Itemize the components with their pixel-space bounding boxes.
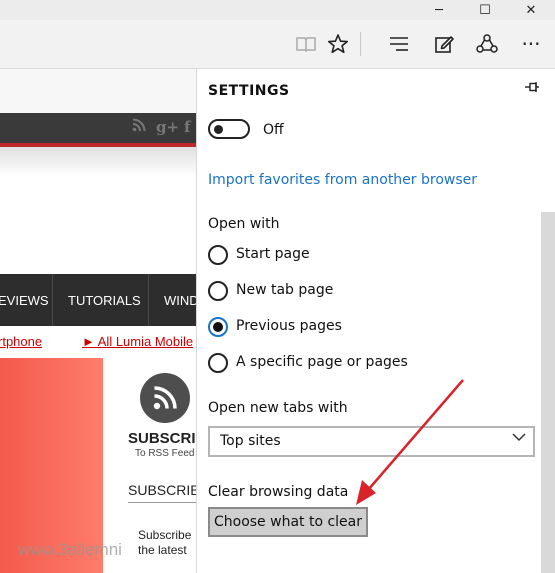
nav-reviews[interactable]: EVIEWS bbox=[0, 274, 49, 326]
subscribe-heading: SUBSCRIB bbox=[128, 430, 207, 447]
page-header-strip bbox=[0, 69, 196, 114]
more-button[interactable]: ··· bbox=[516, 20, 546, 68]
nav-separator bbox=[148, 274, 149, 326]
subscribe-text-line: Subscribe bbox=[138, 528, 192, 542]
maximize-button[interactable]: ☐ bbox=[462, 0, 508, 20]
minimize-button[interactable]: ─ bbox=[416, 0, 462, 20]
scrollbar-thumb[interactable] bbox=[541, 212, 555, 573]
radio-new-tab-page[interactable] bbox=[208, 281, 228, 301]
new-tabs-label: Open new tabs with bbox=[208, 400, 348, 416]
share-icon[interactable] bbox=[473, 20, 501, 68]
radio-label: Start page bbox=[236, 246, 310, 262]
pin-icon[interactable] bbox=[524, 81, 540, 97]
radio-specific-page[interactable] bbox=[208, 353, 228, 373]
chevron-down-icon bbox=[512, 430, 526, 446]
rss-small-icon[interactable] bbox=[132, 118, 146, 136]
rss-caption: To RSS Feed bbox=[135, 448, 195, 459]
book-icon[interactable] bbox=[292, 20, 320, 68]
radio-start-page[interactable] bbox=[208, 245, 228, 265]
toggle-knob bbox=[214, 125, 223, 134]
nav-windows[interactable]: WIND bbox=[164, 274, 199, 326]
nav-separator bbox=[52, 274, 53, 326]
toggle-label: Off bbox=[263, 122, 284, 138]
googleplus-icon[interactable]: g+ bbox=[156, 118, 179, 136]
radio-selected-dot bbox=[213, 322, 223, 332]
import-favorites-link[interactable]: Import favorites from another browser bbox=[208, 172, 477, 188]
radio-label: Previous pages bbox=[236, 318, 342, 334]
section-underline bbox=[128, 502, 196, 503]
new-tabs-value: Top sites bbox=[220, 433, 281, 449]
toolbar-separator bbox=[360, 32, 361, 56]
watermark: www.3allemni bbox=[18, 540, 122, 559]
choose-what-to-clear-button[interactable]: Choose what to clear bbox=[208, 507, 368, 537]
hub-icon[interactable] bbox=[385, 20, 413, 68]
subscribe-section-title: SUBSCRIB bbox=[128, 482, 200, 498]
open-with-label: Open with bbox=[208, 216, 280, 232]
red-link-lumia[interactable]: ► All Lumia Mobile bbox=[82, 334, 193, 349]
facebook-icon[interactable]: f bbox=[184, 118, 190, 136]
radio-label: New tab page bbox=[236, 282, 334, 298]
browser-toolbar bbox=[0, 20, 555, 69]
settings-title: SETTINGS bbox=[208, 83, 290, 99]
clear-browsing-label: Clear browsing data bbox=[208, 484, 349, 500]
header-shadow bbox=[0, 147, 196, 177]
nav-tutorials[interactable]: TUTORIALS bbox=[68, 274, 141, 326]
red-link-smartphone[interactable]: rtphone bbox=[0, 334, 42, 349]
radio-label: A specific page or pages bbox=[236, 354, 408, 370]
web-note-icon[interactable] bbox=[430, 20, 458, 68]
subscribe-text-line: the latest bbox=[138, 543, 187, 557]
close-button[interactable]: ✕ bbox=[508, 0, 554, 20]
star-icon[interactable] bbox=[324, 20, 352, 68]
subscribe-text: Subscribe the latest bbox=[138, 528, 191, 558]
rss-icon[interactable] bbox=[140, 373, 190, 423]
